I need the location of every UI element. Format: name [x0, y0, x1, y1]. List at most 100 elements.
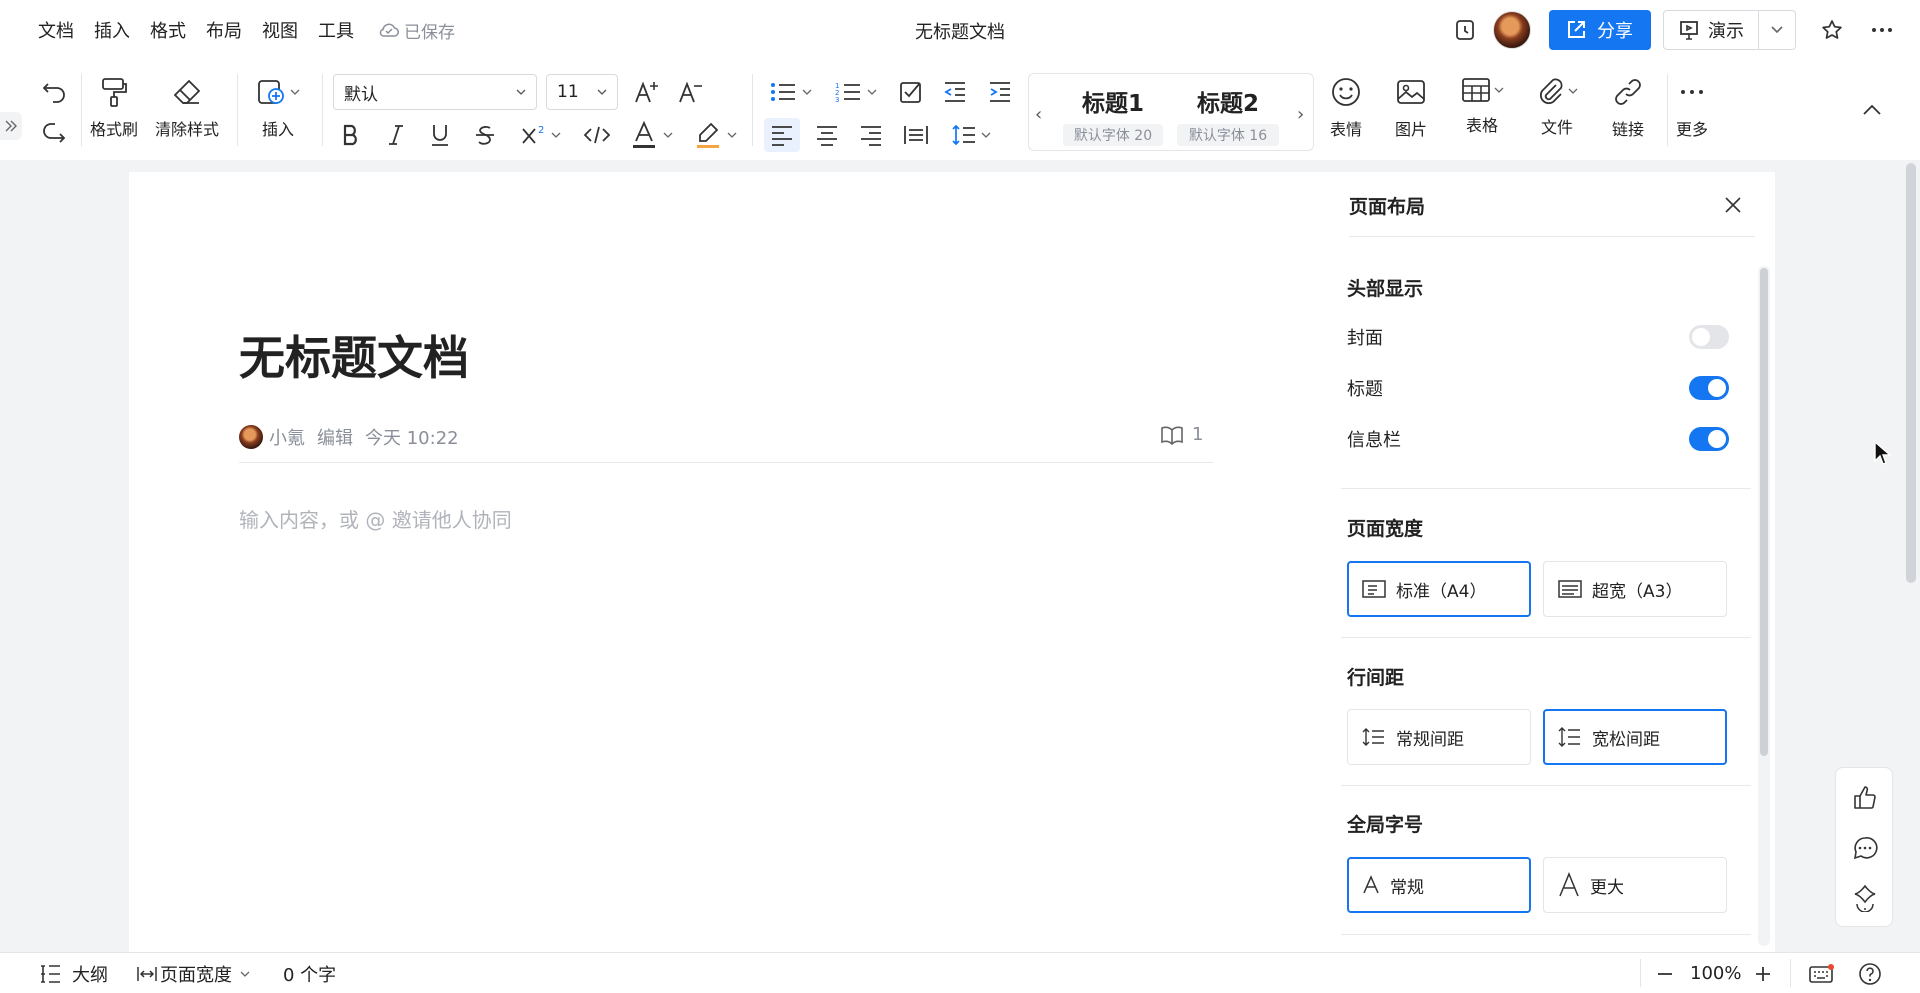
- bold-button[interactable]: [334, 118, 368, 152]
- italic-button[interactable]: [379, 118, 413, 152]
- page-width-button[interactable]: 页面宽度: [136, 953, 250, 993]
- spacing-normal-option[interactable]: 常规间距: [1347, 709, 1531, 765]
- chevron-down-icon: [597, 89, 607, 95]
- align-left-button[interactable]: [764, 118, 800, 152]
- distribute-icon: [904, 126, 928, 144]
- menu-format[interactable]: 格式: [150, 17, 186, 43]
- zoom-out-button[interactable]: [1656, 953, 1674, 993]
- menu-view[interactable]: 视图: [262, 17, 298, 43]
- present-button[interactable]: 演示: [1664, 11, 1759, 49]
- more-tools-button[interactable]: 更多: [1676, 76, 1708, 140]
- insert-button[interactable]: 插入: [256, 76, 300, 140]
- outline-button[interactable]: 大纲: [38, 953, 108, 993]
- chevron-right-icon[interactable]: ›: [1297, 104, 1304, 125]
- history-button[interactable]: [1447, 12, 1483, 48]
- cover-label: 封面: [1347, 328, 1383, 349]
- spacing-loose-option[interactable]: 宽松间距: [1543, 709, 1727, 765]
- comment-button[interactable]: [1849, 832, 1881, 864]
- emoji-button[interactable]: 表情: [1330, 76, 1362, 140]
- title-toggle[interactable]: [1689, 376, 1729, 400]
- collapse-toolbar-button[interactable]: [1856, 96, 1888, 124]
- zoom-value: 100%: [1690, 963, 1742, 984]
- redo-button[interactable]: [38, 118, 70, 150]
- more-horizontal-icon: [1681, 90, 1703, 94]
- chevron-left-icon[interactable]: ‹: [1035, 104, 1042, 125]
- word-count-label: 0 个字: [283, 964, 337, 986]
- width-wide-option[interactable]: 超宽（A3）: [1543, 561, 1727, 617]
- fontsize-large-option[interactable]: 更大: [1543, 857, 1727, 913]
- reader-count-value: 1: [1192, 424, 1204, 445]
- present-dropdown-button[interactable]: [1759, 11, 1795, 49]
- heading1-title: 标题1: [1081, 91, 1144, 117]
- fontsize-normal-option[interactable]: 常规: [1347, 857, 1531, 913]
- like-button[interactable]: [1849, 782, 1881, 814]
- table-button[interactable]: 表格: [1460, 76, 1504, 136]
- cover-toggle[interactable]: [1689, 325, 1729, 349]
- font-family-select[interactable]: 默认: [333, 74, 537, 110]
- heading1-style[interactable]: 标题1 默认字体 20: [1063, 84, 1163, 146]
- heading2-style[interactable]: 标题2 默认字体 16: [1177, 84, 1279, 146]
- line-spacing-button[interactable]: [946, 118, 996, 152]
- heading-styles: ‹ 标题1 默认字体 20 标题2 默认字体 16 ›: [1028, 73, 1314, 151]
- highlighter-icon: [697, 122, 719, 148]
- main-scrollbar[interactable]: [1906, 163, 1916, 583]
- strikethrough-icon: [476, 126, 494, 145]
- undo-button[interactable]: [38, 76, 70, 108]
- zoom-in-button[interactable]: [1754, 953, 1772, 993]
- image-button[interactable]: 图片: [1395, 76, 1427, 140]
- menu-layout[interactable]: 布局: [206, 17, 242, 43]
- zoom-level[interactable]: 100%: [1690, 953, 1741, 993]
- code-icon: [583, 126, 611, 144]
- strikethrough-button[interactable]: [468, 118, 502, 152]
- link-button[interactable]: 链接: [1612, 76, 1644, 140]
- author-avatar[interactable]: [239, 425, 263, 449]
- menu-document[interactable]: 文档: [38, 17, 74, 43]
- italic-icon: [389, 125, 403, 145]
- favorite-button[interactable]: [1814, 12, 1850, 48]
- document-title[interactable]: 无标题文档: [239, 322, 469, 388]
- checklist-button[interactable]: [894, 76, 928, 108]
- file-button[interactable]: 文件: [1536, 76, 1578, 138]
- info-bar-toggle[interactable]: [1689, 427, 1729, 451]
- clear-format-button[interactable]: 清除样式: [155, 76, 219, 140]
- saved-status: 已保存: [378, 18, 455, 43]
- code-button[interactable]: [578, 118, 616, 152]
- keyboard-shortcuts-button[interactable]: [1808, 953, 1834, 993]
- width-standard-option[interactable]: 标准（A4）: [1347, 561, 1531, 617]
- font-color-button[interactable]: [624, 118, 680, 152]
- keyboard-icon: [1809, 963, 1834, 983]
- font-decrease-icon: [679, 81, 702, 103]
- outdent-button[interactable]: [938, 76, 972, 108]
- highlight-button[interactable]: [688, 118, 744, 152]
- justify-button[interactable]: [898, 118, 934, 152]
- font-size-select[interactable]: 11: [546, 74, 618, 110]
- share-button[interactable]: 分享: [1549, 10, 1651, 50]
- panel-divider: [1341, 934, 1751, 935]
- ai-assistant-button[interactable]: [1849, 882, 1881, 914]
- user-avatar[interactable]: [1493, 11, 1531, 49]
- author-name[interactable]: 小氪: [269, 424, 305, 450]
- reader-count[interactable]: 1: [1160, 424, 1203, 445]
- numbered-list-button[interactable]: 123: [831, 76, 881, 108]
- decrease-font-button[interactable]: [674, 76, 708, 108]
- align-center-icon: [817, 126, 837, 146]
- superscript-button[interactable]: 2: [514, 118, 568, 152]
- more-options-button[interactable]: [1864, 12, 1900, 48]
- bullet-list-button[interactable]: [766, 76, 816, 108]
- close-panel-button[interactable]: [1718, 190, 1748, 220]
- content-placeholder[interactable]: 输入内容，或 @ 邀请他人协同: [239, 504, 512, 533]
- align-center-button[interactable]: [809, 118, 845, 152]
- panel-scrollbar[interactable]: [1760, 268, 1768, 756]
- line-spacing-icon: [952, 124, 975, 146]
- underline-button[interactable]: [423, 118, 457, 152]
- present-control: 演示: [1663, 10, 1796, 50]
- menu-insert[interactable]: 插入: [94, 17, 130, 43]
- indent-button[interactable]: [983, 76, 1017, 108]
- increase-font-button[interactable]: [630, 76, 664, 108]
- format-painter-button[interactable]: 格式刷: [90, 76, 138, 140]
- expand-sidebar-button[interactable]: [0, 112, 22, 140]
- align-right-icon: [861, 126, 881, 146]
- align-right-button[interactable]: [853, 118, 889, 152]
- menu-tools[interactable]: 工具: [318, 17, 354, 43]
- help-button[interactable]: [1858, 953, 1882, 993]
